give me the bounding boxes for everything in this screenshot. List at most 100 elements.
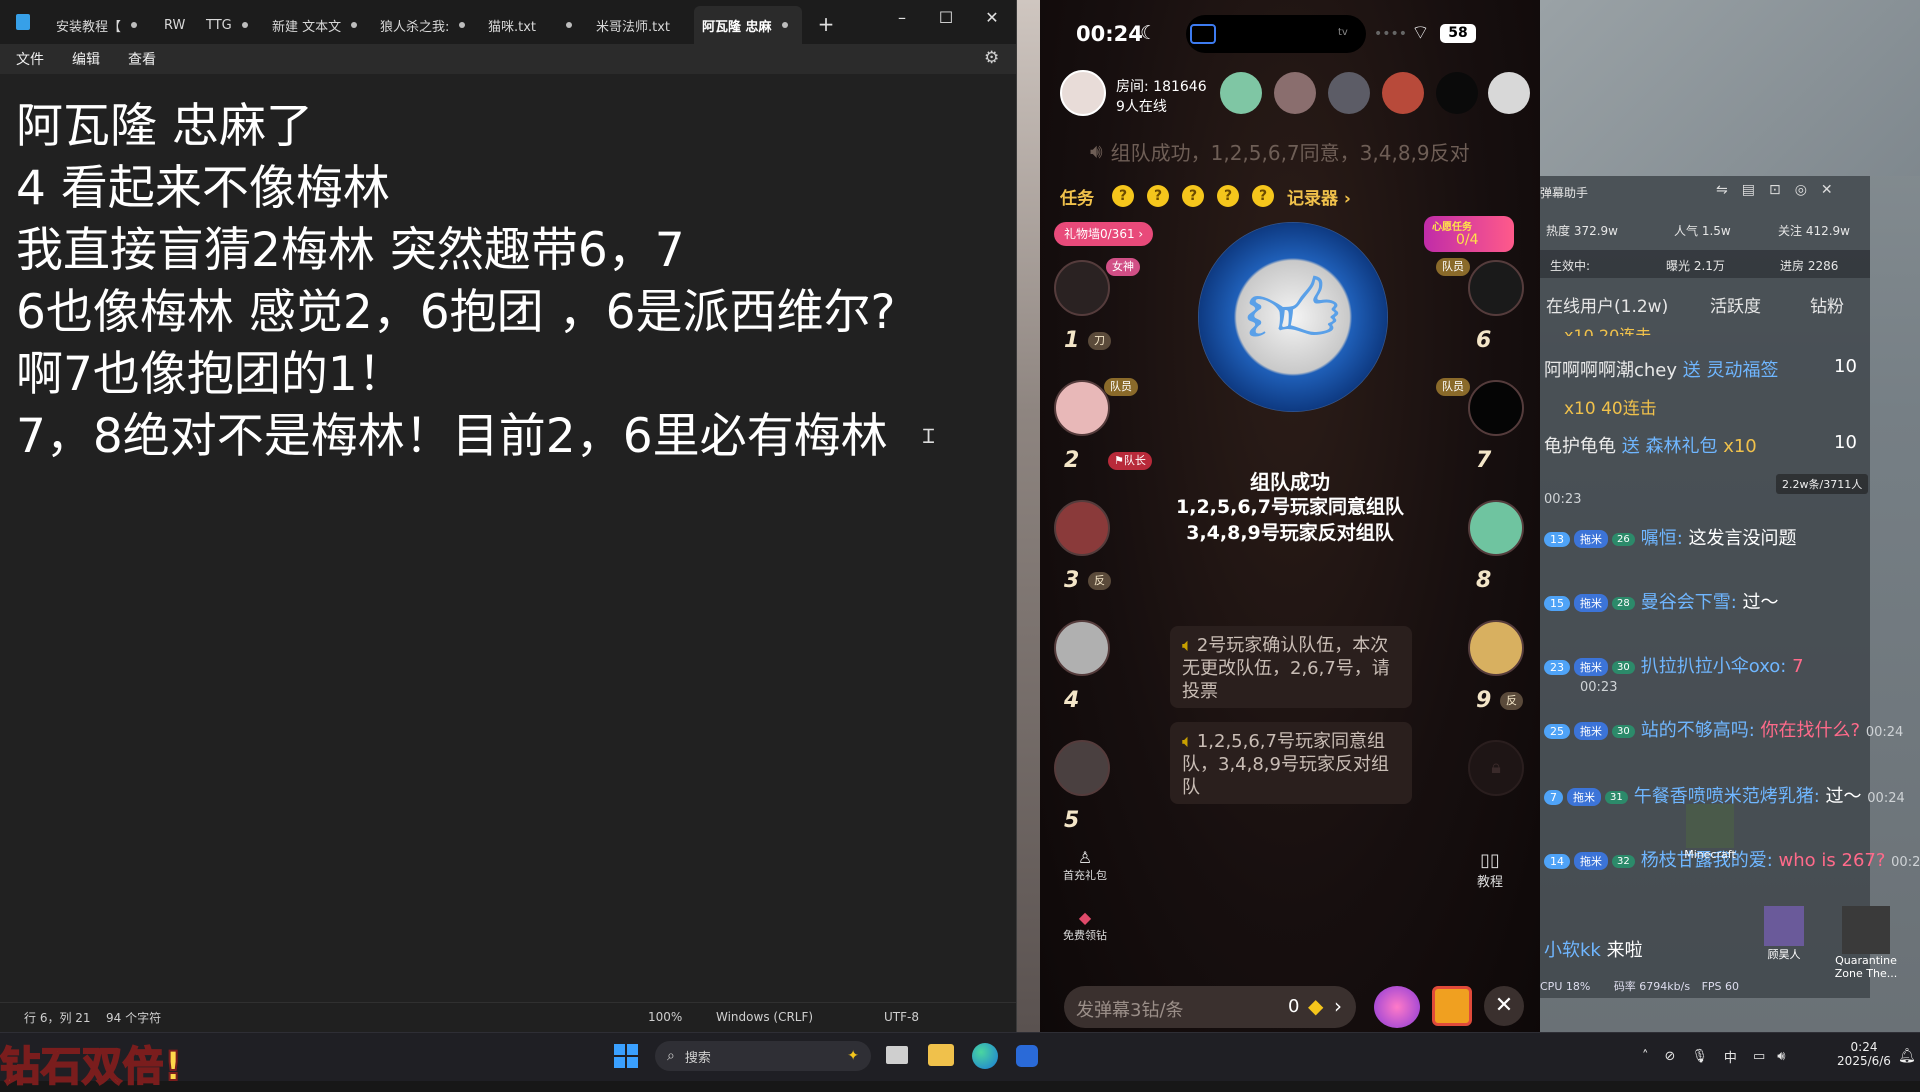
menu-view[interactable]: 查看 [128,49,156,69]
display-icon[interactable]: ▭ [1753,1049,1765,1064]
list-icon[interactable]: ▤ [1742,182,1755,198]
tab-label: 安装教程【 [56,19,122,35]
danmaku-input[interactable]: 发弹幕3钻/条 0 ◆ › [1064,986,1356,1028]
viewer-avatar[interactable] [1436,72,1478,114]
seat-6-number: 6 [1476,328,1492,353]
filter-icon[interactable]: ⇋ [1716,182,1728,198]
fan-club-badge: 拖米 [1567,788,1601,806]
seat-7-number: 7 [1476,448,1492,473]
seat-8-avatar[interactable] [1468,500,1524,556]
close-room-button[interactable]: ✕ [1484,986,1524,1026]
recorder-button[interactable]: 记录器 › [1287,184,1351,209]
seat-3-avatar[interactable] [1054,500,1110,556]
seat-4-avatar[interactable] [1054,620,1110,676]
viewer-avatar[interactable] [1274,72,1316,114]
chat-text: 你在找什么? [1760,720,1861,741]
tab-4[interactable]: 新建 文本文 [264,6,364,44]
menu-file[interactable]: 文件 [16,49,44,69]
viewer-avatar[interactable] [1382,72,1424,114]
char-count: 94 个字符 [106,1010,162,1025]
seat-4-number: 4 [1064,688,1080,713]
zoom-level[interactable]: 100% [648,1010,682,1024]
level-badge: 15 [1544,595,1570,611]
desktop-icon-minecraft[interactable]: Minecraft [1680,804,1740,861]
close-button[interactable]: ✕ [982,8,1002,28]
clock[interactable]: 0:24 2025/6/6 [1834,1040,1894,1068]
seat-2-captain-tag: ⚑队长 [1108,452,1152,470]
follow-stat: 关注 412.9w [1778,224,1850,238]
taskbar-search[interactable]: ⌕ 搜索 ✦ [655,1041,871,1071]
minimize-button[interactable]: – [892,8,912,28]
ime-indicator[interactable]: 中 [1724,1047,1737,1066]
seat-6-avatar[interactable] [1468,260,1524,316]
free-claim-label: 免费领钻 [1063,929,1107,942]
seat-1-avatar[interactable] [1054,260,1110,316]
wish-task-badge[interactable]: 心愿任务 0/4 [1424,216,1514,252]
tab-online-users[interactable]: 在线用户(1.2w) [1546,292,1668,317]
encoding[interactable]: UTF-8 [884,1010,919,1024]
seat-9-avatar[interactable] [1468,620,1524,676]
line-ending[interactable]: Windows (CRLF) [716,1010,813,1024]
network-off-icon[interactable]: ⊘ [1665,1049,1676,1064]
free-claim-button[interactable]: ◆ 免费领钻 [1054,908,1116,943]
tab-8-active[interactable]: 阿瓦隆 忠麻 [694,6,802,44]
tab-diamond-fans[interactable]: 钻粉 [1810,292,1844,317]
edge-browser-icon[interactable] [972,1043,998,1069]
viewer-avatar[interactable] [1328,72,1370,114]
tutorial-button[interactable]: ▯▯ 教程 [1470,850,1510,890]
fan-club-badge: 拖米 [1574,658,1608,676]
chevron-up-icon[interactable]: ˄ [1642,1049,1649,1064]
message-text: 1,2,5,6,7号玩家同意组队，3,4,8,9号玩家反对组队 [1182,731,1389,798]
seat-2-avatar[interactable] [1054,380,1110,436]
gift-box-icon[interactable] [1432,986,1472,1026]
gift-user: 龟护龟龟 [1544,436,1616,457]
task-view-icon[interactable] [886,1046,908,1064]
modified-dot-icon [241,22,248,28]
viewer-avatar[interactable] [1220,72,1262,114]
level-badge: 7 [1544,789,1563,805]
gift-combo-row: x10 40连击 [1564,399,1657,419]
start-button[interactable] [614,1044,638,1068]
text-line-2: 4 看起来不像梅林 [16,161,390,216]
chat-text: 过～ [1825,786,1862,807]
seat-5-avatar[interactable] [1054,740,1110,796]
desktop-icon-game[interactable]: 顾昊人 [1752,906,1816,962]
lock-icon[interactable]: ⊡ [1769,182,1781,198]
new-tab-button[interactable]: + [816,14,836,34]
gift-wall-button[interactable]: 礼物墙0/361 › [1054,222,1154,246]
tab-1[interactable]: 安装教程【 [48,6,140,44]
tab-5[interactable]: 狼人杀之我: [372,6,476,44]
viewer-avatar[interactable] [1488,72,1530,114]
seat-7-avatar[interactable] [1468,380,1524,436]
maximize-button[interactable]: ☐ [936,8,956,28]
tab-3[interactable]: TTG [198,6,262,44]
volume-icon[interactable]: 🔊︎ [1777,1049,1785,1064]
message-counter: 2.2w条/3711人 [1776,474,1869,494]
desktop-icon-quarantine[interactable]: Quarantine Zone The... [1824,906,1908,980]
settings-icon[interactable]: ◎ [1795,182,1807,198]
first-charge-label: 首充礼包 [1063,869,1107,882]
settings-gear-icon[interactable]: ⚙ [984,48,999,68]
result-banner: 🔊︎ 组队成功，1,2,5,6,7同意，3,4,8,9反对 [1090,136,1490,166]
tab-7[interactable]: 米哥法师.txt [588,6,688,44]
first-charge-button[interactable]: ♙ 首充礼包 [1054,848,1116,883]
notification-bell-icon[interactable]: 🔔︎ [1898,1048,1916,1064]
chat-text: 7 [1792,656,1804,677]
app-icon[interactable] [1016,1045,1038,1067]
seat-1-badge: 女神 [1106,258,1140,276]
gift-count: 10 [1834,432,1857,453]
close-icon[interactable]: ✕ [1821,182,1833,198]
modified-dot-icon [781,22,788,28]
file-explorer-icon[interactable] [928,1044,954,1066]
tab-activity[interactable]: 活跃度 [1710,292,1761,317]
ufo-gift-icon[interactable] [1374,986,1420,1028]
tab-6[interactable]: 猫咪.txt [480,6,580,44]
microphone-icon[interactable]: 🎙︎ [1691,1049,1708,1064]
seat-2-badge: 队员 [1104,378,1138,396]
host-avatar[interactable] [1060,70,1106,116]
assistant-controls: ⇋ ▤ ⊡ ◎ ✕ [1716,182,1833,198]
tab-2[interactable]: RW [156,6,196,44]
text-editor[interactable]: 阿瓦隆 忠麻了 4 看起来不像梅林 我直接盲猜2梅林 突然趣带6，7 6也像梅林… [0,74,1016,1004]
moon-icon: ☾ [1140,22,1158,44]
menu-edit[interactable]: 编辑 [72,49,100,69]
